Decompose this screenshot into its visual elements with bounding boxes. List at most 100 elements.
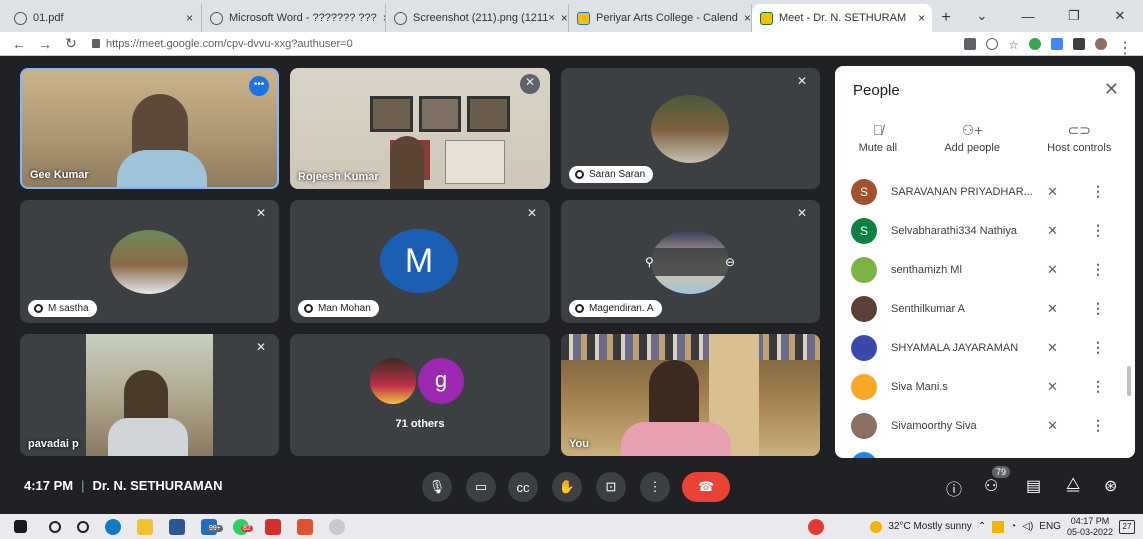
participant-tile[interactable]: ✕ Rojeesh Kumar (290, 68, 550, 189)
mic-off-icon[interactable]: ✕ (1047, 184, 1058, 200)
others-tile[interactable]: g 71 others (290, 334, 550, 456)
close-icon[interactable]: ✕ (1104, 79, 1119, 100)
remove-icon[interactable]: ⊖ (725, 255, 735, 269)
weather-text[interactable]: 32°C Mostly sunny (888, 521, 971, 532)
participant-tile[interactable]: ••• Gee Kumar (20, 68, 279, 189)
participant-row[interactable]: S Selvabharathi334 Nathiya ✕ ⋮ (835, 211, 1135, 250)
tab-pdf[interactable]: 01.pdf × (6, 4, 202, 32)
chevron-down-icon[interactable]: ⌄ (959, 8, 1005, 24)
activities-icon[interactable]: ⧋ (1066, 476, 1080, 494)
url-field[interactable]: https://meet.google.com/cpv-dvvu-xxg?aut… (92, 38, 353, 50)
more-options-icon[interactable]: ⋮ (1091, 339, 1105, 356)
extension-icon[interactable] (1051, 37, 1063, 50)
present-button[interactable]: ⊡ (596, 472, 626, 502)
more-options-icon[interactable]: ⋮ (1091, 222, 1105, 239)
more-options-icon[interactable]: ••• (249, 76, 269, 96)
close-tab-icon[interactable]: × (377, 11, 385, 25)
participant-row[interactable]: Srikanth D✕⋮ (835, 445, 1135, 458)
end-call-button[interactable]: ☎ (682, 472, 730, 502)
camera-icon[interactable] (964, 37, 977, 50)
acrobat-icon[interactable] (265, 518, 281, 535)
host-shield-icon[interactable]: ⊛ (1104, 476, 1117, 496)
chevron-up-icon[interactable]: ⌃ (978, 521, 986, 532)
close-tab-icon[interactable]: × (180, 11, 193, 25)
extension-icon[interactable] (1029, 37, 1041, 50)
raise-hand-button[interactable]: ✋ (552, 472, 582, 502)
info-icon[interactable]: ⓘ (946, 476, 962, 500)
notification-center-icon[interactable]: 27 (1119, 519, 1135, 534)
participant-row[interactable]: senthamizh Ml ✕ ⋮ (835, 250, 1135, 289)
participant-row[interactable]: Siva Mani.s ✕ ⋮ (835, 367, 1135, 406)
participant-tile[interactable]: ✕ pavadai p (20, 334, 279, 456)
new-tab-button[interactable]: + (932, 4, 960, 32)
taskbar-app-icon[interactable]: 99+ (201, 518, 223, 535)
network-icon[interactable]: ◔ (1010, 521, 1016, 532)
profile-avatar[interactable] (1095, 37, 1107, 50)
more-options-icon[interactable]: ⋮ (1091, 417, 1105, 434)
mic-off-icon[interactable]: ✕ (1047, 262, 1058, 278)
pin-icon[interactable]: ⚲ (645, 255, 654, 269)
maximize-button[interactable]: ❐ (1051, 8, 1097, 24)
participant-tile[interactable]: ⚲ ⊖ ✕ Magendiran. A (561, 200, 820, 323)
close-tab-icon[interactable]: × (912, 11, 925, 25)
participant-row[interactable]: Sivamoorthy Siva ✕ ⋮ (835, 406, 1135, 445)
whatsapp-icon[interactable]: 82 (233, 518, 253, 535)
windows-start-icon[interactable] (14, 520, 27, 533)
camera-button[interactable]: ▭ (466, 472, 496, 502)
share-icon[interactable] (986, 37, 999, 50)
puzzle-icon[interactable] (1073, 37, 1085, 50)
add-people-button[interactable]: ⚇+ Add people (944, 122, 1000, 154)
star-icon[interactable]: ☆ (1008, 38, 1019, 52)
edge-icon[interactable] (105, 518, 121, 535)
more-options-icon[interactable]: ⋮ (1091, 300, 1105, 317)
tab-meet[interactable]: Meet - Dr. N. SETHURAM × (752, 4, 932, 32)
mic-button[interactable]: 🎙 (422, 472, 452, 502)
mic-off-icon[interactable]: ✕ (1047, 223, 1058, 239)
more-options-icon[interactable]: ⋮ (1091, 261, 1105, 278)
tab-word[interactable]: Microsoft Word - ??????? ??? × (202, 4, 386, 32)
chat-icon[interactable]: ▤ (1026, 476, 1041, 496)
mute-all-button[interactable]: 🎙̸ Mute all (859, 122, 898, 154)
close-tab-icon[interactable]: × (738, 11, 751, 25)
powerpoint-icon[interactable] (297, 518, 313, 535)
mic-off-icon[interactable]: ✕ (1047, 379, 1058, 395)
word-icon[interactable] (169, 518, 185, 535)
mic-off-icon[interactable]: ✕ (1047, 301, 1058, 317)
search-icon[interactable] (49, 520, 61, 533)
host-controls-button[interactable]: ⊂⊃ Host controls (1047, 122, 1111, 154)
language-indicator[interactable]: ENG (1039, 521, 1061, 532)
participant-row[interactable]: SHYAMALA JAYARAMAN ✕ ⋮ (835, 328, 1135, 367)
tray-app-icon[interactable] (992, 520, 1005, 533)
volume-icon[interactable]: ◁) (1022, 521, 1033, 532)
forward-button[interactable]: → (32, 36, 58, 52)
close-window-button[interactable]: ✕ (1097, 8, 1143, 24)
more-options-button[interactable]: ⋮ (640, 472, 670, 502)
tray-app-icon[interactable] (808, 518, 825, 535)
back-button[interactable]: ← (6, 36, 32, 52)
captions-button[interactable]: cc (508, 472, 538, 502)
participant-row[interactable]: Senthilkumar A ✕ ⋮ (835, 289, 1135, 328)
participant-tile[interactable]: ✕ M sastha (20, 200, 279, 323)
app-badge: 99+ (207, 524, 223, 532)
close-tab-icon[interactable]: × (555, 11, 568, 25)
more-options-icon[interactable]: ⋮ (1091, 183, 1105, 200)
chrome-icon[interactable] (329, 518, 345, 535)
reload-button[interactable]: ↻ (58, 35, 84, 52)
participant-avatar (370, 358, 416, 404)
participant-tile[interactable]: ✕ Saran Saran (561, 68, 820, 189)
minimize-button[interactable]: — (1005, 9, 1051, 24)
participant-row[interactable]: S SARAVANAN PRIYADHAR... ✕ ⋮ (835, 172, 1135, 211)
task-view-icon[interactable] (77, 520, 89, 533)
people-button[interactable]: ⚇ 79 (984, 466, 1011, 496)
more-options-icon[interactable]: ⋮ (1091, 378, 1105, 395)
tab-calendar[interactable]: Periyar Arts College - Calend × (569, 4, 752, 32)
file-explorer-icon[interactable] (137, 518, 153, 535)
system-clock[interactable]: 04:17 PM 05-03-2022 (1067, 516, 1113, 538)
menu-dots-icon[interactable]: ⋮ (1117, 38, 1133, 57)
mic-off-icon[interactable]: ✕ (1047, 340, 1058, 356)
mic-off-icon[interactable]: ✕ (1047, 418, 1058, 434)
self-tile[interactable]: You (561, 334, 820, 456)
tab-screenshot[interactable]: Screenshot (211).png (1211× × (386, 4, 569, 32)
scrollbar[interactable] (1127, 366, 1131, 396)
participant-tile[interactable]: M ✕ Man Mohan (290, 200, 550, 323)
